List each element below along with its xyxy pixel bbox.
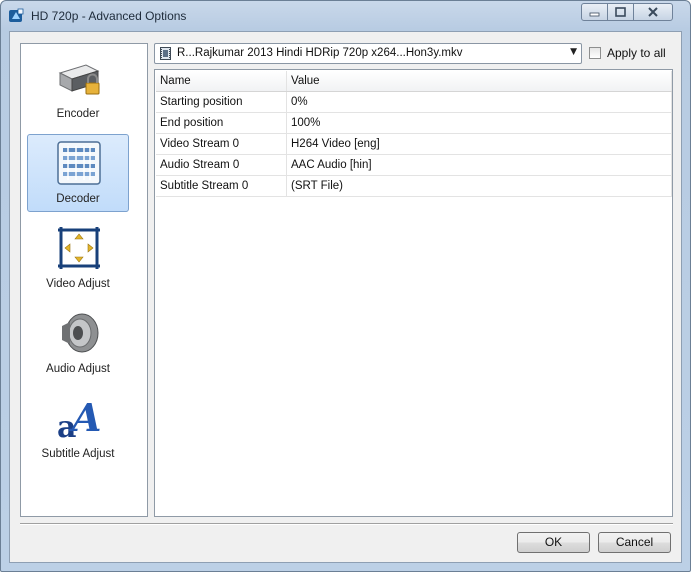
row-name: End position bbox=[156, 112, 287, 134]
decoder-chip-icon bbox=[57, 141, 101, 185]
dialog-window: HD 720p - Advanced Options Encoder Decod… bbox=[0, 0, 691, 572]
maximize-icon bbox=[615, 7, 626, 17]
encoder-lock-icon bbox=[58, 64, 100, 95]
svg-text:A: A bbox=[69, 395, 101, 440]
sidebar-item-label: Subtitle Adjust bbox=[41, 448, 115, 460]
video-adjust-icon bbox=[58, 227, 100, 269]
column-header-value[interactable]: Value bbox=[286, 71, 672, 92]
dialog-client-area: Encoder Decoder Video Adjust Audio Adjus… bbox=[9, 31, 682, 563]
file-select-value: R...Rajkumar 2013 Hindi HDRip 720p x264.… bbox=[177, 47, 463, 59]
minimize-icon bbox=[589, 12, 600, 17]
sidebar-item-subtitle-adjust[interactable]: a A Subtitle Adjust bbox=[27, 389, 129, 467]
app-icon bbox=[9, 8, 24, 22]
row-value[interactable]: 100% bbox=[286, 112, 672, 134]
close-button[interactable] bbox=[633, 3, 673, 21]
ok-button[interactable]: OK bbox=[517, 532, 590, 553]
window-title: HD 720p - Advanced Options bbox=[31, 9, 187, 23]
sidebar-item-label: Video Adjust bbox=[46, 278, 110, 290]
sidebar-item-video-adjust[interactable]: Video Adjust bbox=[27, 219, 129, 297]
speaker-icon bbox=[62, 313, 99, 353]
subtitle-font-icon: a A bbox=[57, 395, 101, 441]
properties-grid: Name Value Starting position 0% End posi… bbox=[154, 69, 673, 517]
sidebar-item-label: Audio Adjust bbox=[46, 363, 110, 375]
sidebar-item-audio-adjust[interactable]: Audio Adjust bbox=[27, 304, 129, 382]
column-header-name[interactable]: Name bbox=[156, 71, 287, 92]
table-row[interactable]: Subtitle Stream 0 (SRT File) bbox=[156, 175, 672, 197]
row-value[interactable]: 0% bbox=[286, 91, 672, 113]
row-value[interactable]: (SRT File) bbox=[286, 175, 672, 197]
table-row[interactable]: Audio Stream 0 AAC Audio [hin] bbox=[156, 154, 672, 176]
table-header-row: Name Value bbox=[156, 71, 672, 92]
row-name: Starting position bbox=[156, 91, 287, 113]
sidebar-item-label: Decoder bbox=[56, 193, 100, 205]
maximize-button[interactable] bbox=[607, 3, 634, 21]
table-row[interactable]: Starting position 0% bbox=[156, 91, 672, 113]
footer-divider bbox=[20, 523, 673, 525]
sidebar-item-encoder[interactable]: Encoder bbox=[27, 49, 129, 127]
row-name: Subtitle Stream 0 bbox=[156, 175, 287, 197]
sidebar-item-decoder[interactable]: Decoder bbox=[27, 134, 129, 212]
cancel-button[interactable]: Cancel bbox=[598, 532, 671, 553]
file-select-dropdown[interactable]: R...Rajkumar 2013 Hindi HDRip 720p x264.… bbox=[154, 43, 582, 64]
properties-table: Name Value Starting position 0% End posi… bbox=[156, 71, 672, 197]
close-icon bbox=[648, 7, 658, 17]
minimize-button[interactable] bbox=[581, 3, 608, 21]
row-name: Video Stream 0 bbox=[156, 133, 287, 155]
dropdown-arrow-icon[interactable]: ▼ bbox=[570, 47, 577, 57]
options-sidebar: Encoder Decoder Video Adjust Audio Adjus… bbox=[20, 43, 148, 517]
row-value[interactable]: H264 Video [eng] bbox=[286, 133, 672, 155]
title-bar[interactable]: HD 720p - Advanced Options bbox=[1, 1, 690, 31]
sidebar-item-label: Encoder bbox=[56, 108, 100, 120]
apply-to-all-label: Apply to all bbox=[607, 46, 666, 60]
table-row[interactable]: End position 100% bbox=[156, 112, 672, 134]
row-value[interactable]: AAC Audio [hin] bbox=[286, 154, 672, 176]
film-file-icon bbox=[160, 47, 171, 60]
table-row[interactable]: Video Stream 0 H264 Video [eng] bbox=[156, 133, 672, 155]
checkbox-box[interactable] bbox=[589, 47, 601, 59]
row-name: Audio Stream 0 bbox=[156, 154, 287, 176]
